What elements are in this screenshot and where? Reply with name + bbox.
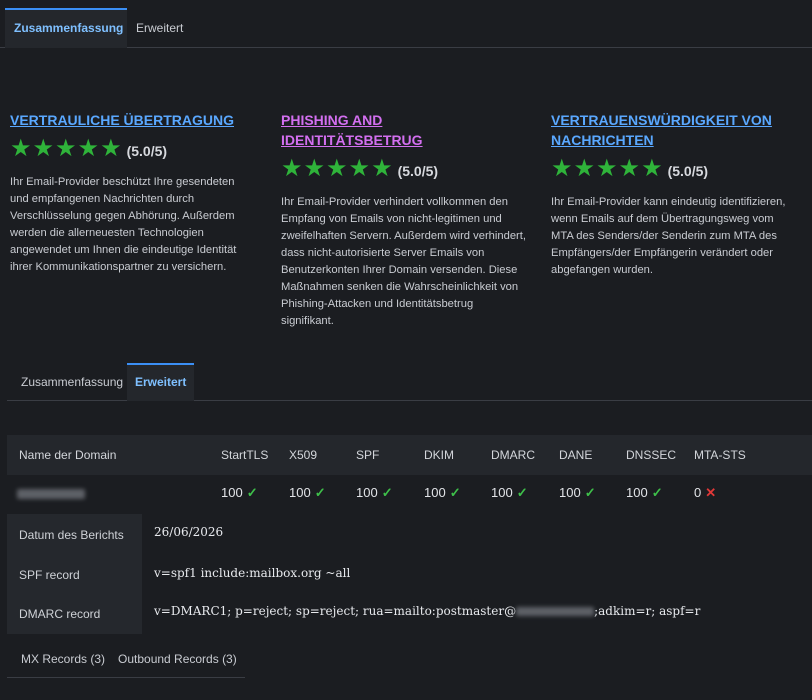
check-icon: ✓ [381, 485, 393, 500]
domain-name-redacted [17, 489, 85, 499]
report-date-label: Datum des Berichts [19, 528, 124, 542]
star-rating-icon: ★★★★★ [10, 135, 123, 162]
column-header-dane: DANE [559, 448, 593, 462]
starttls-score: 100 ✓ [221, 485, 258, 500]
dnssec-score: 100 ✓ [626, 485, 663, 500]
tab-zusammenfassung[interactable]: Zusammenfassung [5, 8, 127, 48]
tab-outbound-records[interactable]: Outbound Records (3) [118, 640, 237, 678]
table-row[interactable]: 100 ✓ 100 ✓ 100 ✓ 100 ✓ 100 ✓ 100 ✓ 100 ✓ 0 ✕ [7, 476, 812, 512]
cross-icon: ✕ [705, 485, 717, 500]
details-label-column: Datum des Berichts SPF record DMARC reco… [7, 514, 142, 634]
card-title[interactable]: VERTRAUENSWÜRDIGKEIT VON NACHRICHTEN [551, 110, 791, 150]
star-rating-icon: ★★★★★ [281, 155, 394, 182]
rating-score: (5.0/5) [397, 162, 439, 179]
dane-score: 100 ✓ [559, 485, 596, 500]
card-vertrauenswuerdigkeit: VERTRAUENSWÜRDIGKEIT VON NACHRICHTEN ★★★… [551, 110, 801, 279]
card-vertrauliche-uebertragung: VERTRAULICHE ÜBERTRAGUNG ★★★★★ (5.0/5) I… [10, 110, 260, 276]
tab-mx-records[interactable]: MX Records (3) [21, 640, 105, 678]
rating-row: ★★★★★ (5.0/5) [281, 155, 531, 182]
check-icon: ✓ [584, 485, 596, 500]
tab-erweitert[interactable]: Erweitert [127, 8, 191, 48]
rating-row: ★★★★★ (5.0/5) [10, 135, 260, 162]
column-header-mta-sts: MTA-STS [694, 448, 746, 462]
top-tab-bar: Zusammenfassung Erweitert [0, 8, 812, 48]
dmarc-record-label: DMARC record [19, 607, 101, 621]
check-icon: ✓ [314, 485, 326, 500]
check-icon: ✓ [516, 485, 528, 500]
check-icon: ✓ [246, 485, 258, 500]
report-date-value: 26/06/2026 [154, 525, 224, 539]
table-header: Name der Domain StartTLS X509 SPF DKIM D… [7, 435, 812, 475]
rating-score: (5.0/5) [667, 162, 709, 179]
card-title[interactable]: VERTRAULICHE ÜBERTRAGUNG [10, 110, 260, 130]
card-title[interactable]: PHISHING AND IDENTITÄTSBETRUG [281, 110, 481, 150]
tab-zusammenfassung[interactable]: Zusammenfassung [13, 363, 131, 401]
check-icon: ✓ [651, 485, 663, 500]
mta-sts-score: 0 ✕ [694, 485, 717, 500]
check-icon: ✓ [449, 485, 461, 500]
dmarc-score: 100 ✓ [491, 485, 528, 500]
card-description: Ihr Email-Provider verhindert vollkommen… [281, 196, 526, 327]
records-tab-bar: MX Records (3) Outbound Records (3) [7, 640, 245, 678]
email-domain-redacted [516, 607, 595, 616]
spf-record-label: SPF record [19, 568, 80, 582]
sub-tab-bar: Zusammenfassung Erweitert [7, 363, 812, 401]
card-description: Ihr Email-Provider kann eindeutig identi… [551, 196, 786, 276]
card-phishing: PHISHING AND IDENTITÄTSBETRUG ★★★★★ (5.0… [281, 110, 531, 330]
spf-record-value: v=spf1 include:mailbox.org ~all [154, 566, 351, 580]
card-description: Ihr Email-Provider beschützt Ihre gesend… [10, 176, 237, 273]
tab-erweitert[interactable]: Erweitert [127, 363, 195, 401]
column-header-dkim: DKIM [424, 448, 454, 462]
column-header-x509: X509 [289, 448, 318, 462]
x509-score: 100 ✓ [289, 485, 326, 500]
column-header-dmarc: DMARC [491, 448, 535, 462]
column-header-starttls: StartTLS [221, 448, 269, 462]
column-header-spf: SPF [356, 448, 380, 462]
column-header-domain: Name der Domain [19, 448, 117, 462]
column-header-dnssec: DNSSEC [626, 448, 677, 462]
rating-score: (5.0/5) [126, 142, 168, 159]
dkim-score: 100 ✓ [424, 485, 461, 500]
dmarc-record-value: v=DMARC1; p=reject; sp=reject; rua=mailt… [154, 604, 701, 618]
spf-score: 100 ✓ [356, 485, 393, 500]
rating-row: ★★★★★ (5.0/5) [551, 155, 801, 182]
star-rating-icon: ★★★★★ [551, 155, 664, 182]
